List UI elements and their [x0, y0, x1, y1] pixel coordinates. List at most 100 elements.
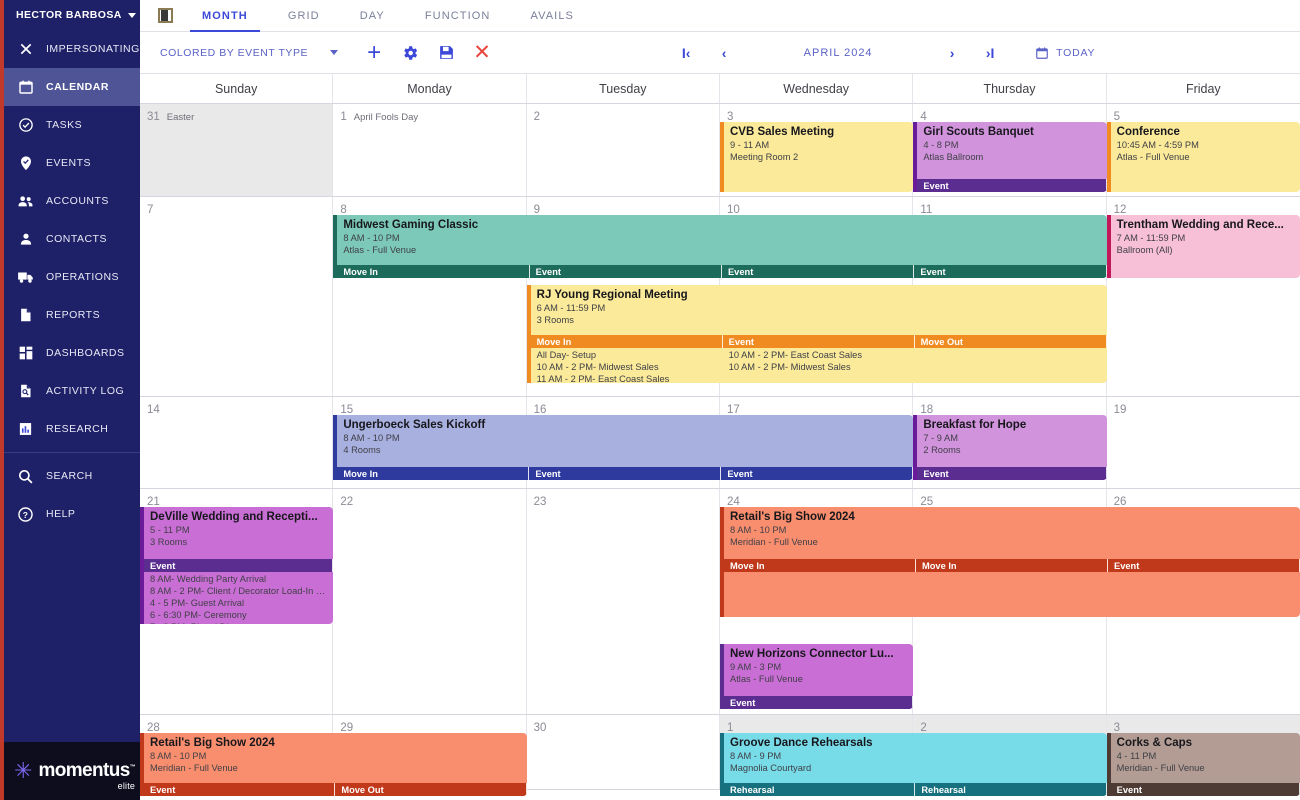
event-status-badge: Event [1110, 783, 1300, 796]
event-status-badge: Event [914, 265, 1107, 278]
event-status-badge: Event [721, 467, 914, 480]
cancel-button[interactable]: ✕ [472, 42, 492, 63]
calendar-event[interactable]: Trentham Wedding and Rece... 7 AM - 11:59… [1106, 215, 1300, 278]
event-title: Midwest Gaming Classic [343, 219, 479, 231]
add-button[interactable]: + [364, 38, 384, 66]
event-status-badge: Move In [530, 335, 723, 348]
collapse-sidebar-button[interactable] [148, 0, 182, 31]
sidebar-item-label: CONTACTS [46, 233, 107, 245]
calendar-week-row: 7 8 9 10 11 12 Midwest Gaming Classic 8 AM - 10… [140, 197, 1300, 397]
event-time: 9 - 11 AM [730, 140, 770, 150]
sidebar-item-label: HELP [46, 508, 76, 520]
document-search-icon [16, 382, 35, 401]
settings-button[interactable] [400, 43, 420, 63]
event-location: Ballroom (All) [1116, 245, 1173, 255]
svg-text:?: ? [23, 509, 29, 519]
event-layer: DeVille Wedding and Recepti... 5 - 11 PM 3… [140, 489, 1300, 714]
sidebar-item-research[interactable]: RESEARCH [4, 410, 140, 448]
calendar-event[interactable]: CVB Sales Meeting 9 - 11 AM Meeting Room 2 [720, 122, 914, 192]
plus-icon: + [367, 38, 382, 66]
event-sub-item: 4 - 5 PM- Guest Arrival [150, 598, 245, 608]
event-status-row: Rehearsal Rehearsal [724, 783, 1107, 796]
tab-avails[interactable]: AVAILS [510, 0, 594, 31]
calendar-event[interactable]: Retail's Big Show 2024 8 AM - 10 PM Meridi… [140, 733, 527, 796]
last-period-button[interactable]: ›I [971, 45, 1009, 61]
day-of-week-sunday: Sunday [140, 74, 334, 103]
sidebar-item-label: RESEARCH [46, 423, 109, 435]
sidebar-item-activity-log[interactable]: ACTIVITY LOG [4, 372, 140, 410]
tab-label: MONTH [202, 9, 248, 22]
event-time: 4 - 11 PM [1116, 751, 1157, 761]
first-period-button[interactable]: I‹ [667, 45, 705, 61]
event-status-badge: Move In [337, 265, 530, 278]
event-title: Retail's Big Show 2024 [730, 511, 855, 523]
panel-collapse-icon [157, 8, 173, 23]
app-root: HECTOR BARBOSA IMPERSONATING CALENDAR TASK… [0, 0, 1300, 800]
current-period-label: APRIL 2024 [803, 46, 873, 59]
chevron-down-icon [330, 50, 339, 55]
event-time: 4 - 8 PM [923, 140, 959, 150]
calendar-event[interactable]: Breakfast for Hope 7 - 9 AM 2 Rooms Event [913, 415, 1107, 480]
tab-month[interactable]: MONTH [182, 0, 268, 32]
view-tab-bar: MONTH GRID DAY FUNCTION AVAILS [140, 0, 1300, 32]
sidebar-item-help[interactable]: ? HELP [4, 495, 140, 533]
event-title: Groove Dance Rehearsals [730, 737, 873, 749]
tab-function[interactable]: FUNCTION [405, 0, 511, 31]
calendar-event[interactable]: Ungerboeck Sales Kickoff 8 AM - 10 PM 4 Ro… [333, 415, 914, 480]
calendar-event[interactable]: RJ Young Regional Meeting 6 AM - 11:59 PM… [526, 285, 1107, 383]
today-button[interactable]: TODAY [1035, 46, 1095, 60]
sidebar-item-label: IMPERSONATING [46, 43, 140, 55]
color-mode-dropdown[interactable]: COLORED BY EVENT TYPE [160, 46, 339, 59]
event-location: Meridian - Full Venue [1116, 763, 1205, 773]
star-icon: ✳ [14, 758, 33, 783]
person-icon [16, 230, 35, 249]
event-location: 3 Rooms [536, 315, 574, 325]
today-label: TODAY [1056, 46, 1096, 59]
event-status-row: Event Move Out [144, 783, 527, 796]
next-period-button[interactable]: › [933, 45, 971, 61]
sidebar-item-contacts[interactable]: CONTACTS [4, 220, 140, 258]
event-location: Atlas Ballroom [923, 152, 984, 162]
tab-label: FUNCTION [424, 9, 491, 22]
save-button[interactable] [436, 43, 456, 63]
tab-grid[interactable]: GRID [268, 0, 340, 31]
sidebar-item-accounts[interactable]: ACCOUNTS [4, 182, 140, 220]
calendar-event[interactable]: New Horizons Connector Lu... 9 AM - 3 PM A… [720, 644, 914, 709]
color-mode-label: COLORED BY EVENT TYPE [160, 46, 309, 59]
sidebar-item-calendar[interactable]: CALENDAR [4, 68, 140, 106]
calendar-event[interactable]: Groove Dance Rehearsals 8 AM - 9 PM Magnol… [720, 733, 1107, 796]
sidebar-item-reports[interactable]: REPORTS [4, 296, 140, 334]
calendar-week-row: 14 15 16 17 18 19 Ungerboeck Sales Kickoff 8 AM… [140, 397, 1300, 489]
event-title: Breakfast for Hope [923, 419, 1027, 431]
sidebar-item-impersonating[interactable]: IMPERSONATING [4, 30, 140, 68]
event-status-badge: Move In [337, 467, 530, 480]
event-location: 3 Rooms [150, 537, 188, 547]
calendar-event[interactable]: Midwest Gaming Classic 8 AM - 10 PM Atlas … [333, 215, 1107, 278]
calendar-event[interactable]: Conference 10:45 AM - 4:59 PM Atlas - Full… [1106, 122, 1300, 192]
prev-period-button[interactable]: ‹ [705, 45, 743, 61]
event-title: Retail's Big Show 2024 [150, 737, 275, 749]
event-layer: CVB Sales Meeting 9 - 11 AM Meeting Room 2… [140, 104, 1300, 196]
event-status-badge: Event [722, 335, 915, 348]
sidebar-item-events[interactable]: EVENTS [4, 144, 140, 182]
toolbar-actions: + ✕ [364, 38, 492, 66]
calendar-event[interactable]: DeVille Wedding and Recepti... 5 - 11 PM 3… [140, 507, 334, 624]
event-location: 4 Rooms [343, 445, 381, 455]
sidebar-item-dashboards[interactable]: DASHBOARDS [4, 334, 140, 372]
tab-day[interactable]: DAY [340, 0, 405, 31]
sidebar-item-operations[interactable]: OPERATIONS [4, 258, 140, 296]
event-time: 10:45 AM - 4:59 PM [1116, 140, 1199, 150]
event-status-badge: Event [721, 265, 915, 278]
event-status-row: Event [724, 696, 914, 709]
sidebar-item-tasks[interactable]: TASKS [4, 106, 140, 144]
event-status-badge: Move Out [335, 783, 527, 796]
calendar-event[interactable]: Corks & Caps 4 - 11 PM Meridian - Full Ven… [1106, 733, 1300, 796]
calendar-event[interactable]: Girl Scouts Banquet 4 - 8 PM Atlas Ballroo… [913, 122, 1107, 192]
month-navigation: I‹ ‹ APRIL 2024 › ›I TODAY [667, 45, 1095, 61]
user-menu[interactable]: HECTOR BARBOSA [4, 0, 140, 30]
sidebar-item-search[interactable]: SEARCH [4, 457, 140, 495]
calendar-event[interactable]: Retail's Big Show 2024 8 AM - 10 PM Meridi… [720, 507, 1300, 617]
logo-subtitle: elite [117, 781, 136, 791]
location-pin-icon [16, 154, 35, 173]
event-time: 6 AM - 11:59 PM [536, 303, 606, 313]
